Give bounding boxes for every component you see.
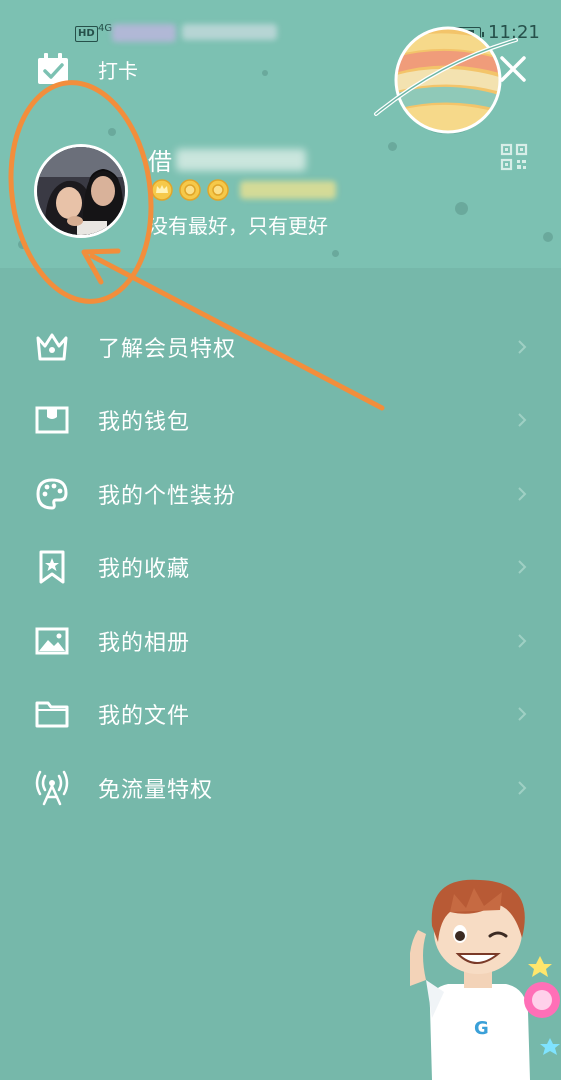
menu-item-label: 我的钱包 xyxy=(98,410,191,436)
user-signature[interactable]: 没有最好，只有更好 xyxy=(148,210,328,239)
crown-icon xyxy=(34,329,70,365)
svg-text:G: G xyxy=(474,1018,489,1039)
chevron-right-icon xyxy=(518,413,527,427)
chevron-right-icon xyxy=(518,707,527,721)
menu-item-label: 我的相册 xyxy=(98,630,191,656)
user-name: 借 xyxy=(148,142,306,177)
checkin-button[interactable]: 打卡 xyxy=(36,52,138,86)
calendar-check-icon xyxy=(38,53,68,84)
obscured-status xyxy=(182,24,277,40)
menu-item-free-data[interactable]: 免流量特权 xyxy=(0,751,561,825)
antenna-icon xyxy=(34,770,70,806)
menu-item-label: 我的收藏 xyxy=(98,557,191,583)
header-dot xyxy=(262,70,268,76)
menu-item-files[interactable]: 我的文件 xyxy=(0,678,561,752)
folder-icon xyxy=(34,696,70,732)
chevron-right-icon xyxy=(518,487,527,501)
chevron-right-icon xyxy=(518,634,527,648)
obscured-name xyxy=(176,148,306,171)
user-name-text: 借 xyxy=(148,148,172,176)
hd-badge: HD xyxy=(75,26,98,42)
header-dot xyxy=(455,202,468,215)
photo-icon xyxy=(34,623,70,659)
wallet-icon xyxy=(34,402,70,438)
obscured-level xyxy=(240,181,336,199)
sun-badge-icon xyxy=(179,179,201,201)
menu-item-label: 免流量特权 xyxy=(98,777,214,803)
menu-item-wallet[interactable]: 我的钱包 xyxy=(0,384,561,458)
network-type: 4G xyxy=(98,23,113,34)
checkin-label: 打卡 xyxy=(98,58,138,83)
bookmark-star-icon xyxy=(34,549,70,585)
header-dot xyxy=(332,250,339,257)
avatar-photo xyxy=(37,147,125,235)
mascot-illustration: G xyxy=(410,879,560,1080)
drawer-menu: 了解会员特权 我的钱包 我的个性装扮 我的收藏 我的相册 我的文件 免流量特权 xyxy=(0,310,561,825)
qr-code-icon[interactable] xyxy=(500,143,528,171)
palette-icon xyxy=(34,476,70,512)
chevron-right-icon xyxy=(518,781,527,795)
menu-item-label: 了解会员特权 xyxy=(98,336,237,362)
chevron-right-icon xyxy=(518,560,527,574)
menu-item-album[interactable]: 我的相册 xyxy=(0,604,561,678)
close-icon[interactable] xyxy=(498,54,528,84)
menu-item-theme[interactable]: 我的个性装扮 xyxy=(0,457,561,531)
chevron-right-icon xyxy=(518,340,527,354)
crown-badge-icon xyxy=(151,179,173,201)
profile-header: HD 4G 11:21 打卡 借 没有最好，只有更好 xyxy=(0,0,561,268)
menu-item-favorites[interactable]: 我的收藏 xyxy=(0,531,561,605)
obscured-status xyxy=(112,24,176,42)
header-dot xyxy=(18,240,27,249)
menu-item-label: 我的文件 xyxy=(98,704,191,730)
level-badges[interactable] xyxy=(150,178,336,202)
planet-decoration xyxy=(374,26,518,134)
menu-item-label: 我的个性装扮 xyxy=(98,483,237,509)
avatar[interactable] xyxy=(34,144,128,238)
sun-badge-icon xyxy=(207,179,229,201)
menu-item-vip[interactable]: 了解会员特权 xyxy=(0,310,561,384)
header-dot xyxy=(108,128,116,136)
header-dot xyxy=(543,232,553,242)
